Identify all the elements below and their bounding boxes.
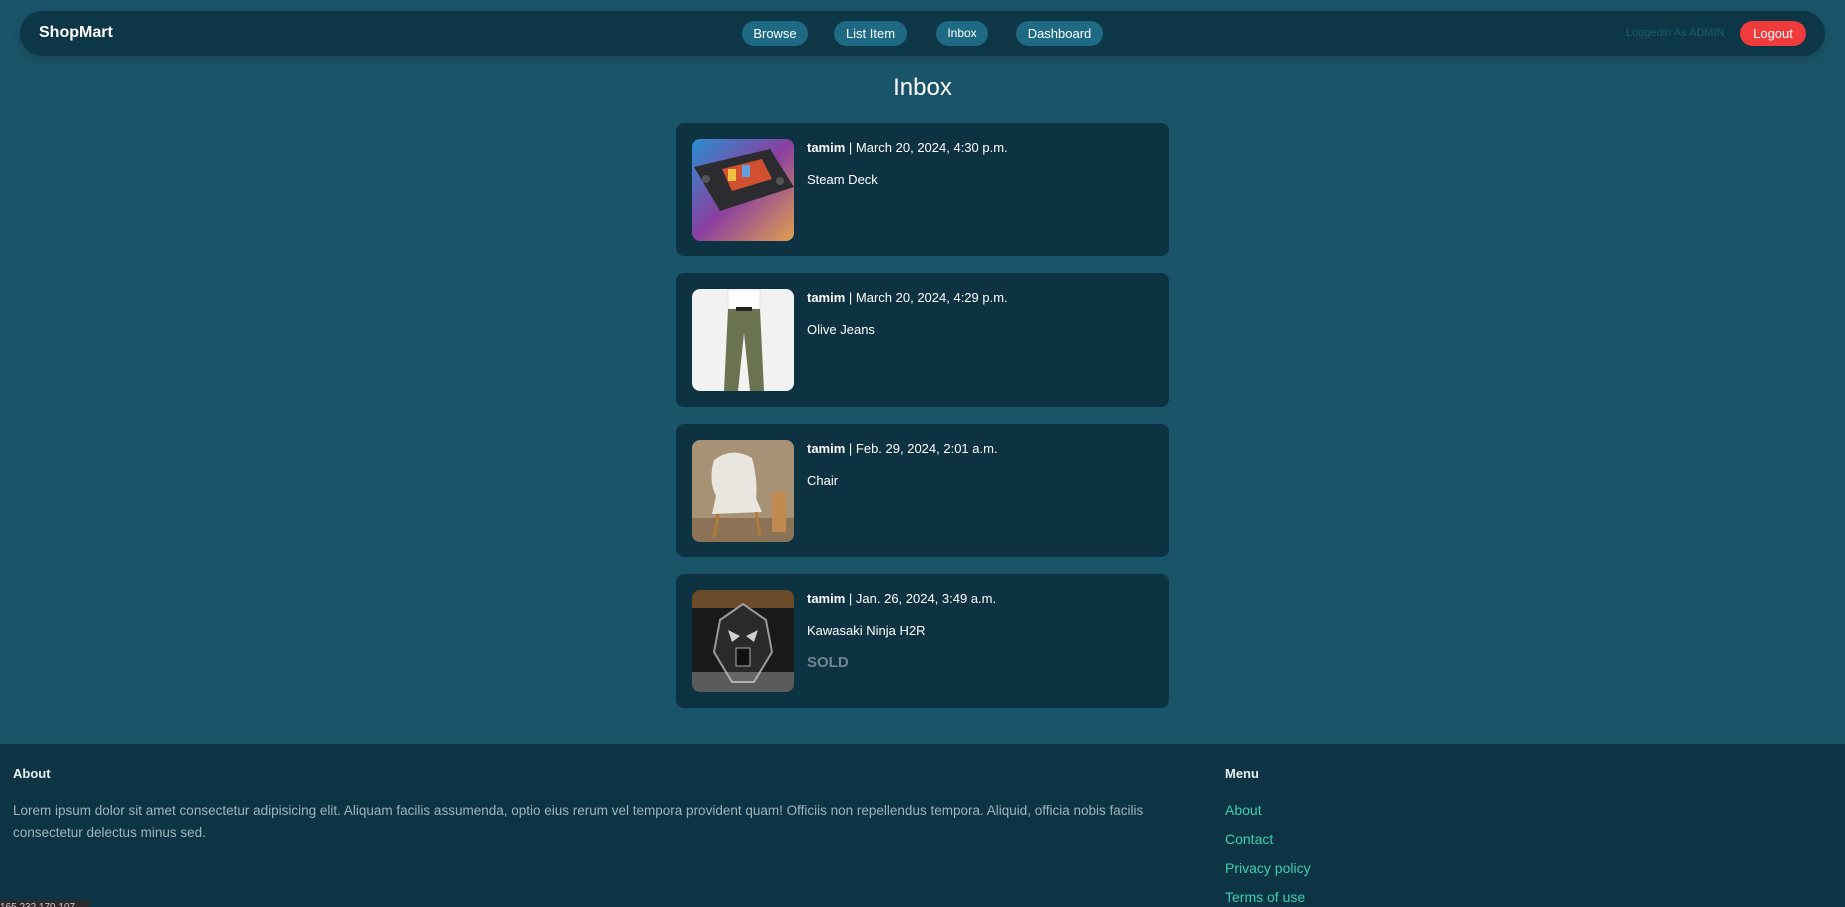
message-date: Jan. 26, 2024, 3:49 a.m. bbox=[855, 591, 997, 606]
footer-menu-title: Menu bbox=[1225, 766, 1259, 781]
item-name[interactable]: Olive Jeans bbox=[807, 322, 875, 337]
nav-list-item[interactable]: List Item bbox=[834, 21, 907, 46]
message-meta: tamim | Feb. 29, 2024, 2:01 a.m. bbox=[807, 441, 998, 456]
message-date: March 20, 2024, 4:29 p.m. bbox=[855, 290, 1008, 305]
footer-about-text: Lorem ipsum dolor sit amet consectetur a… bbox=[13, 803, 1144, 840]
item-thumbnail-steam-deck bbox=[692, 139, 794, 241]
footer-about-title: About bbox=[13, 766, 51, 781]
item-thumbnail-olive-jeans bbox=[692, 289, 794, 391]
page-title: Inbox bbox=[893, 74, 952, 101]
sender-name: tamim bbox=[807, 591, 846, 606]
message-date: March 20, 2024, 4:30 p.m. bbox=[855, 140, 1008, 155]
nav-browse[interactable]: Browse bbox=[742, 21, 808, 46]
message-meta: tamim | March 20, 2024, 4:30 p.m. bbox=[807, 140, 1008, 155]
meta-separator: | bbox=[845, 441, 856, 456]
footer-link-about[interactable]: About bbox=[1225, 802, 1262, 818]
sender-name: tamim bbox=[807, 290, 846, 305]
nav-dashboard[interactable]: Dashboard bbox=[1016, 21, 1103, 46]
item-name[interactable]: Steam Deck bbox=[807, 172, 878, 187]
message-meta: tamim | March 20, 2024, 4:29 p.m. bbox=[807, 290, 1008, 305]
logout-button[interactable]: Logout bbox=[1740, 21, 1806, 46]
meta-separator: | bbox=[845, 591, 856, 606]
meta-separator: | bbox=[845, 140, 856, 155]
footer-link-privacy-policy[interactable]: Privacy policy bbox=[1225, 860, 1311, 876]
item-thumbnail-chair bbox=[692, 440, 794, 542]
nav-inbox[interactable]: Inbox bbox=[936, 21, 988, 46]
footer-link-contact[interactable]: Contact bbox=[1225, 831, 1273, 847]
inbox-message[interactable]: tamim | Jan. 26, 2024, 3:49 a.m. Kawasak… bbox=[676, 574, 1169, 708]
top-navbar: ShopMart Browse List Item Inbox Dashboar… bbox=[20, 11, 1825, 56]
footer: About Lorem ipsum dolor sit amet consect… bbox=[0, 744, 1845, 907]
item-thumbnail-kawasaki-ninja-h2r bbox=[692, 590, 794, 692]
sold-badge: SOLD bbox=[807, 654, 849, 671]
status-bar-url: 165.232.170.107 bbox=[0, 900, 90, 907]
message-meta: tamim | Jan. 26, 2024, 3:49 a.m. bbox=[807, 591, 996, 606]
inbox-message[interactable]: tamim | March 20, 2024, 4:29 p.m. Olive … bbox=[676, 273, 1169, 407]
inbox-message[interactable]: tamim | March 20, 2024, 4:30 p.m. Steam … bbox=[676, 123, 1169, 256]
sender-name: tamim bbox=[807, 140, 846, 155]
item-name[interactable]: Chair bbox=[807, 473, 838, 488]
logged-in-label: Loggedin As ADMIN bbox=[1626, 27, 1725, 39]
message-date: Feb. 29, 2024, 2:01 a.m. bbox=[855, 441, 998, 456]
meta-separator: | bbox=[845, 290, 856, 305]
nav-links: Browse List Item Inbox Dashboard bbox=[20, 11, 1825, 56]
sender-name: tamim bbox=[807, 441, 846, 456]
inbox-message[interactable]: tamim | Feb. 29, 2024, 2:01 a.m. Chair bbox=[676, 424, 1169, 557]
footer-link-terms-of-use[interactable]: Terms of use bbox=[1225, 889, 1305, 905]
item-name[interactable]: Kawasaki Ninja H2R bbox=[807, 623, 926, 638]
